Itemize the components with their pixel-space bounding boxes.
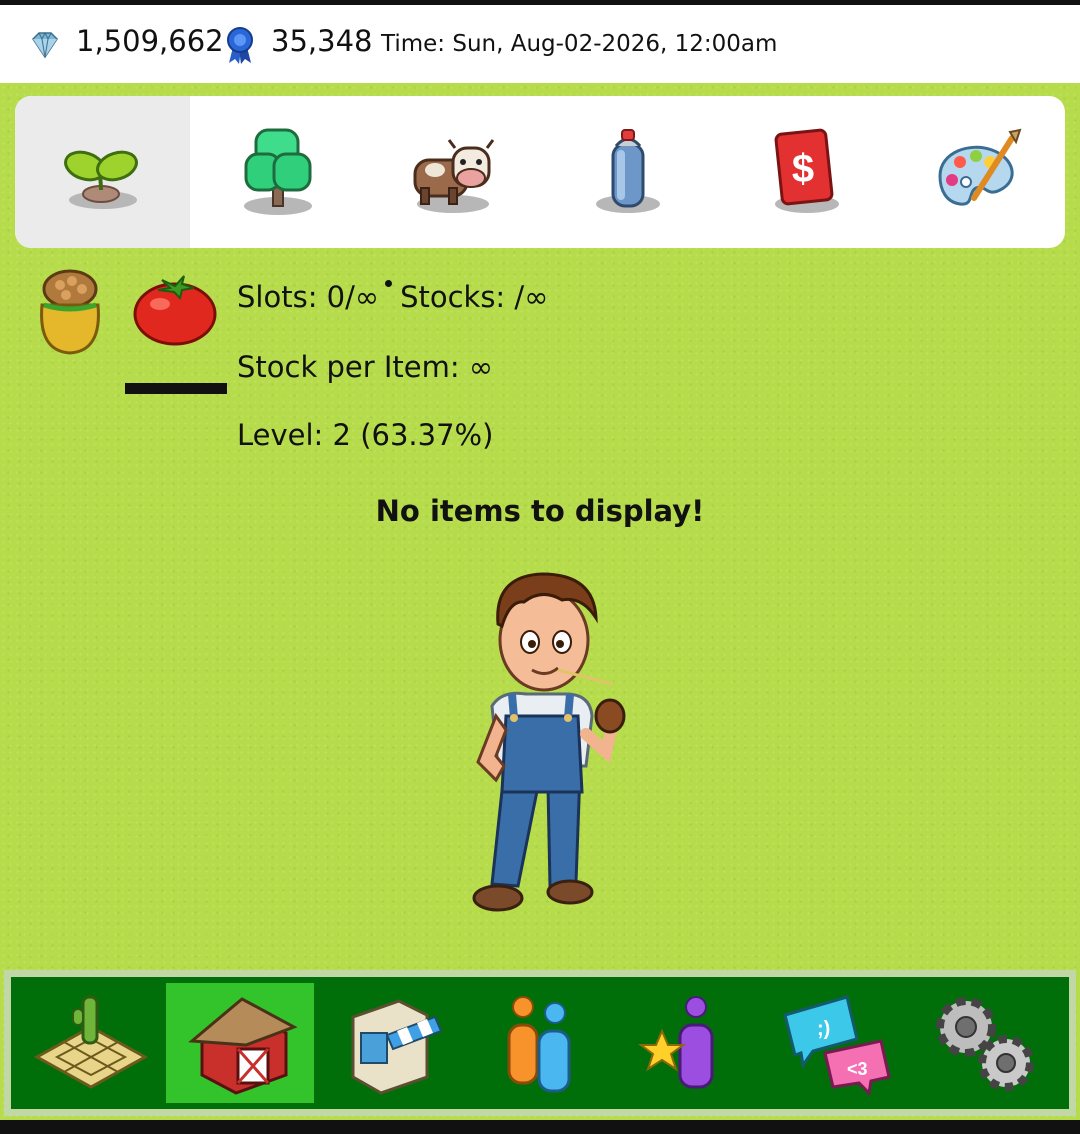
diamond-icon	[32, 31, 58, 59]
stocks-text: Stocks: /∞	[400, 280, 549, 314]
slots-stocks-line: Slots: 0/∞ Stocks: /∞	[237, 280, 548, 314]
empty-message: No items to display!	[375, 494, 705, 528]
bottom-edge	[0, 1120, 1080, 1134]
game-time: Time: Sun, Aug-02-2026, 12:00am	[381, 31, 778, 57]
slots-text: Slots: 0/∞	[237, 280, 380, 314]
status-bar: 1,509,662 35,348 Time: Sun, Aug-02-2026,…	[0, 5, 1080, 83]
category-animals[interactable]	[365, 96, 540, 248]
svg-text:$: $	[791, 147, 813, 191]
svg-text:<3: <3	[847, 1059, 868, 1079]
cow-icon	[413, 139, 494, 213]
dollar-card-icon: $	[774, 128, 839, 213]
nav-farm[interactable]	[17, 983, 165, 1103]
farmer-character	[472, 572, 626, 912]
market-stall-icon	[351, 999, 443, 1095]
gems-count: 1,509,662	[76, 24, 224, 58]
nav-messages[interactable]: ;) <3	[761, 983, 909, 1103]
gears-icon	[936, 997, 1034, 1091]
level-text: Level: 2 (63.37%)	[237, 418, 494, 452]
ribbons-count: 35,348	[271, 24, 373, 58]
category-decorations[interactable]	[890, 96, 1065, 248]
seed-bag-icon	[40, 269, 100, 355]
bottom-nav: ;) <3	[4, 970, 1076, 1116]
category-tools[interactable]	[540, 96, 715, 248]
friends-icon	[507, 996, 571, 1093]
farm-field-icon	[33, 995, 149, 1089]
category-money[interactable]: $	[715, 96, 890, 248]
category-seeds[interactable]	[15, 96, 190, 248]
separator-dot	[385, 280, 393, 287]
stock-per-item-text: Stock per Item: ∞	[237, 350, 494, 384]
category-bar: $	[15, 96, 1065, 248]
nav-achievements[interactable]	[612, 983, 760, 1103]
ribbon-icon	[227, 27, 253, 64]
nav-friends[interactable]	[463, 983, 611, 1103]
star-person-icon	[638, 996, 714, 1089]
svg-text:;): ;)	[817, 1018, 830, 1040]
paint-palette-icon	[937, 128, 1021, 206]
bottom-nav-inner: ;) <3	[11, 977, 1069, 1109]
seedling-icon	[63, 150, 138, 209]
barn-icon	[188, 997, 298, 1095]
spray-can-icon	[595, 129, 660, 213]
chat-bubbles-icon: ;) <3	[783, 995, 891, 1097]
nav-barn[interactable]	[166, 983, 314, 1103]
tomato-icon	[133, 275, 217, 346]
nav-market[interactable]	[315, 983, 463, 1103]
tree-icon	[243, 128, 312, 215]
category-trees[interactable]	[190, 96, 365, 248]
nav-settings[interactable]	[910, 983, 1058, 1103]
selected-item-underline	[125, 383, 227, 394]
